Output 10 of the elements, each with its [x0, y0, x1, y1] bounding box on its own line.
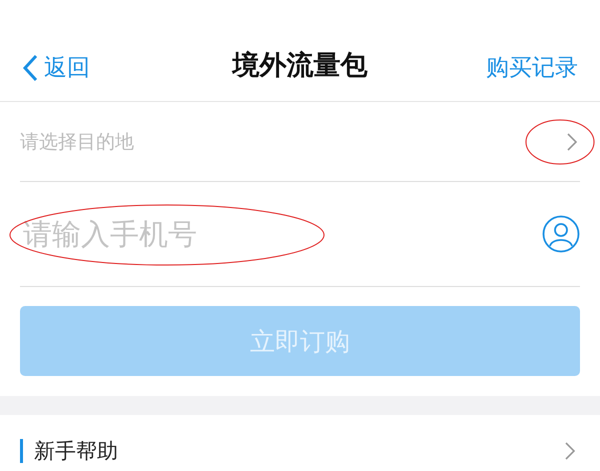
chevron-icon — [566, 132, 578, 152]
page-title: 境外流量包 — [232, 49, 368, 83]
help-label: 新手帮助 — [20, 439, 118, 463]
back-link[interactable]: 返回 — [22, 52, 90, 83]
back-icon — [22, 54, 38, 82]
contact-icon[interactable] — [542, 215, 580, 253]
chevron-icon — [564, 441, 576, 461]
destination-selector[interactable]: 请选择目的地 — [20, 128, 134, 154]
purchase-history-link[interactable]: 购买记录 — [486, 52, 578, 83]
help-row[interactable]: 新手帮助 — [0, 415, 600, 463]
